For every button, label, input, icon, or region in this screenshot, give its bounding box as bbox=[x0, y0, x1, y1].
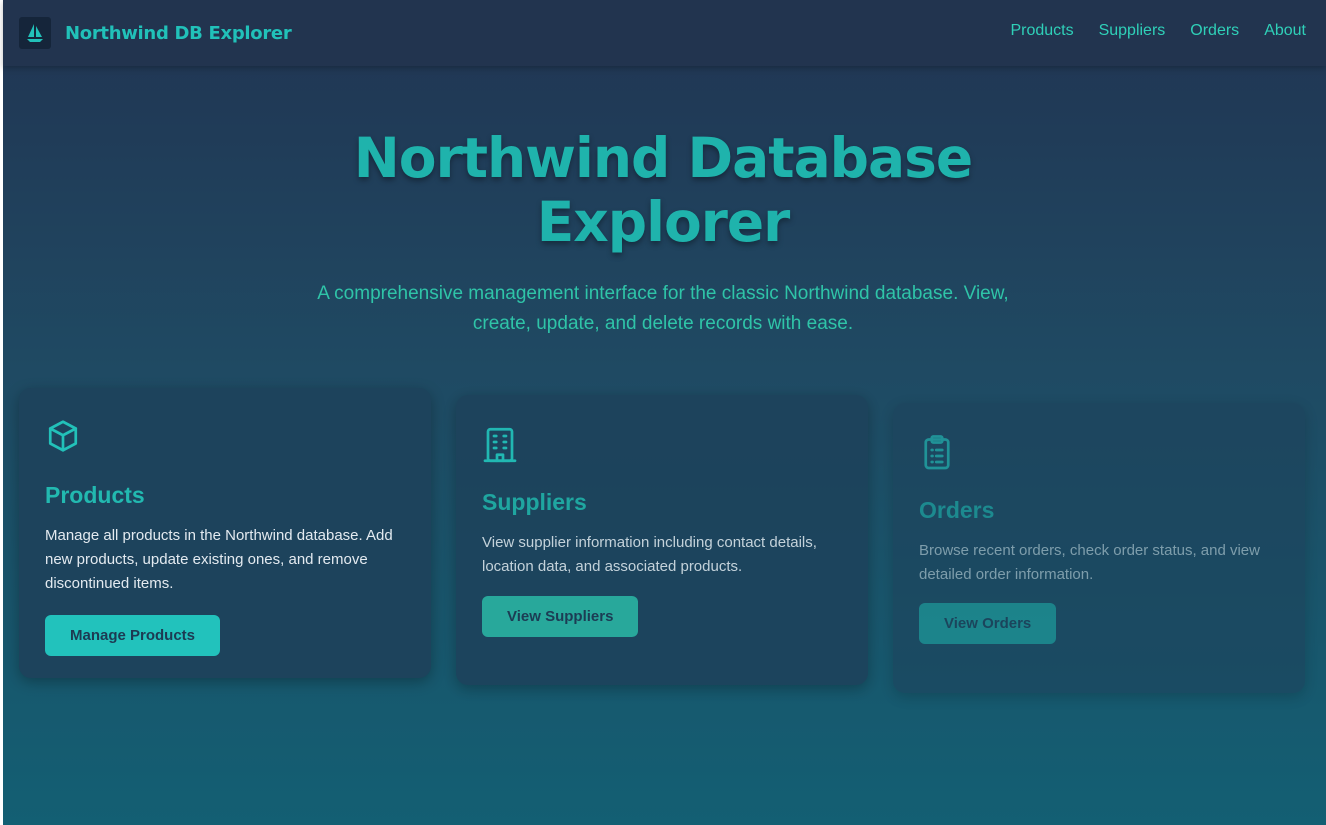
manage-products-button[interactable]: Manage Products bbox=[45, 615, 221, 656]
sailboat-icon bbox=[19, 17, 51, 49]
nav-link-orders[interactable]: Orders bbox=[1190, 22, 1239, 40]
orders-card-description: Browse recent orders, check order status… bbox=[919, 542, 1260, 583]
hero-subtitle-line1: A comprehensive management interface for… bbox=[317, 283, 1009, 304]
products-card-description: Manage all products in the Northwind dat… bbox=[45, 527, 393, 592]
hero-subtitle: A comprehensive management interface for… bbox=[270, 279, 1056, 339]
brand-title: Northwind DB Explorer bbox=[65, 22, 292, 44]
hero-title-line2: Explorer bbox=[536, 190, 791, 254]
suppliers-card-title: Suppliers bbox=[482, 489, 587, 515]
window-edge bbox=[0, 0, 3, 825]
view-orders-button[interactable]: View Orders bbox=[919, 603, 1057, 644]
brand-link[interactable]: Northwind DB Explorer bbox=[19, 17, 292, 49]
nav-link-suppliers[interactable]: Suppliers bbox=[1099, 22, 1166, 40]
hero-title: Northwind Database Explorer bbox=[0, 126, 1326, 254]
view-suppliers-button[interactable]: View Suppliers bbox=[482, 596, 639, 637]
suppliers-card: Suppliers View supplier information incl… bbox=[456, 395, 868, 685]
orders-card: Orders Browse recent orders, check order… bbox=[893, 403, 1305, 693]
building-icon bbox=[482, 425, 518, 470]
hero-subtitle-line2: create, update, and delete records with … bbox=[472, 313, 854, 334]
nav-link-about[interactable]: About bbox=[1264, 22, 1306, 40]
nav-links: Products Suppliers Orders About bbox=[1010, 22, 1306, 40]
hero-title-line1: Northwind Database bbox=[353, 126, 973, 190]
clipboard-list-icon bbox=[919, 433, 955, 478]
cube-icon bbox=[45, 418, 81, 459]
orders-card-title: Orders bbox=[919, 497, 995, 523]
products-card-title: Products bbox=[45, 482, 145, 508]
suppliers-card-description: View supplier information including cont… bbox=[482, 534, 817, 575]
navbar: Northwind DB Explorer Products Suppliers… bbox=[3, 0, 1326, 66]
nav-link-products[interactable]: Products bbox=[1010, 22, 1073, 40]
products-card: Products Manage all products in the Nort… bbox=[19, 388, 431, 678]
